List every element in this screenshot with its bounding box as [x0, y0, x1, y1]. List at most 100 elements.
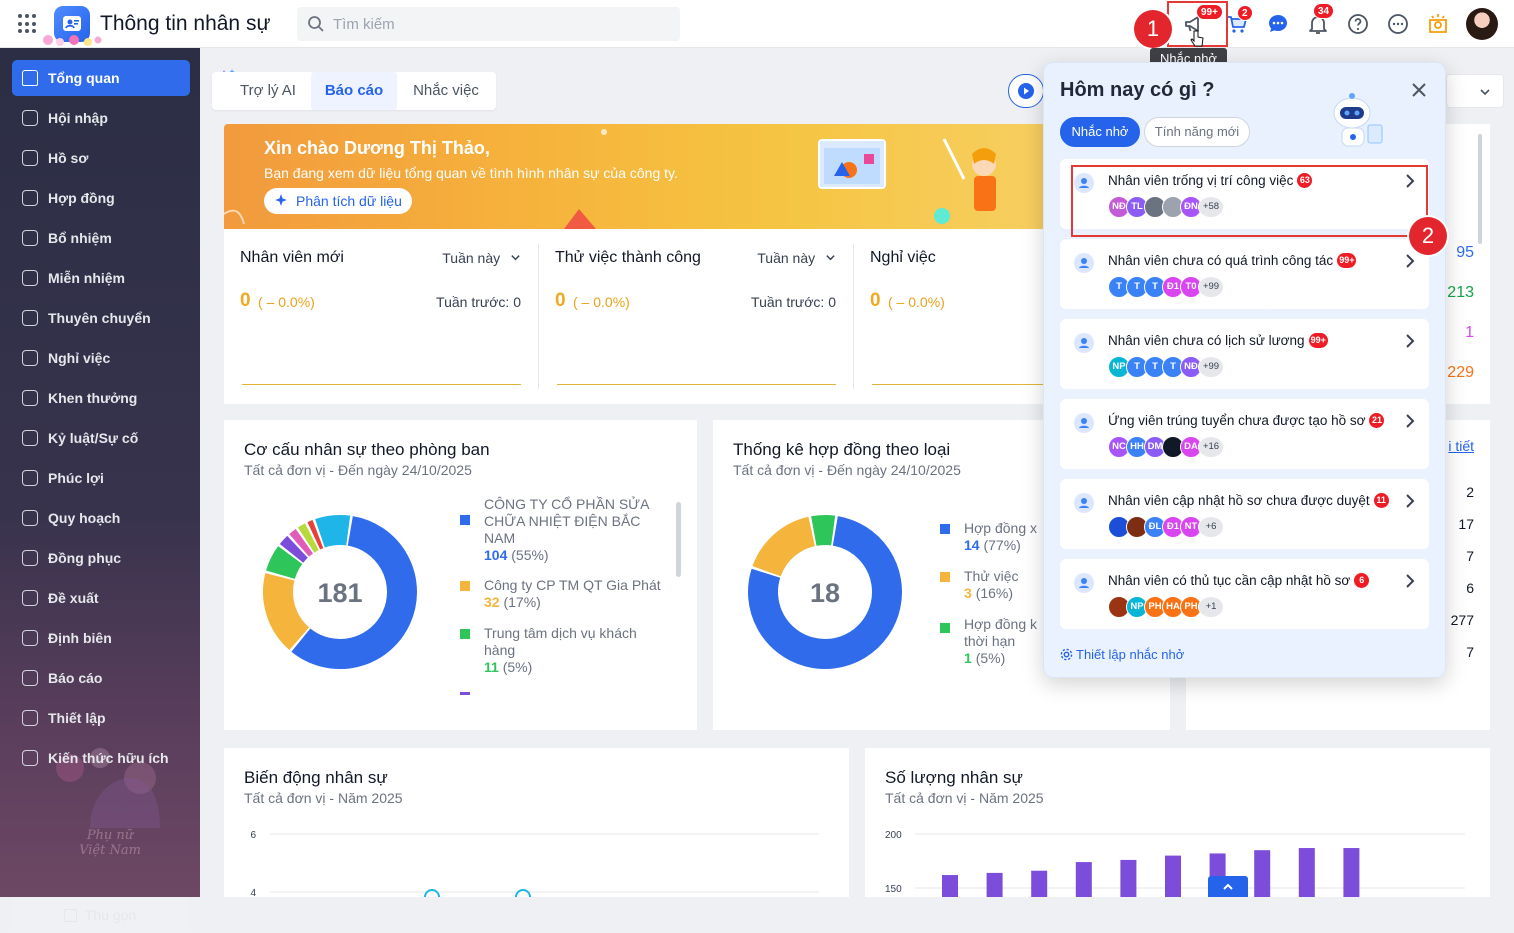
- avatar-more-count: +1: [1198, 596, 1224, 618]
- reminder-item[interactable]: Nhân viên cập nhật hồ sơ chưa được duyệt…: [1060, 479, 1429, 549]
- sidebar-item-6[interactable]: Thuyên chuyển: [12, 300, 190, 336]
- app-grid-icon[interactable]: [18, 14, 38, 34]
- close-icon[interactable]: [1410, 81, 1428, 99]
- user-avatar[interactable]: [1466, 8, 1498, 40]
- analyze-data-button[interactable]: Phân tích dữ liệu: [264, 188, 412, 214]
- tab-ai-assistant[interactable]: Trợ lý AI: [226, 72, 310, 110]
- search-input[interactable]: Tìm kiếm: [297, 7, 680, 41]
- sidebar-item-4[interactable]: Bổ nhiệm: [12, 220, 190, 256]
- reminder-settings-link[interactable]: Thiết lập nhắc nhở: [1060, 647, 1184, 662]
- transfer-icon: [22, 310, 38, 326]
- sidebar-item-label: Khen thưởng: [48, 390, 138, 406]
- scrollbar[interactable]: [1478, 134, 1482, 244]
- chevron-down-icon: [511, 255, 520, 261]
- sidebar-item-15[interactable]: Báo cáo: [12, 660, 190, 696]
- legend-value: 11: [484, 659, 499, 675]
- bar[interactable]: [942, 875, 958, 897]
- chevron-right-icon[interactable]: [1403, 493, 1417, 509]
- tab-report[interactable]: Báo cáo: [311, 72, 397, 110]
- donut-slice[interactable]: [297, 523, 319, 553]
- card-subtitle: Tất cả đơn vị - Năm 2025: [244, 790, 403, 806]
- reminder-item[interactable]: Nhân viên có thủ tục cần cập nhật hồ sơ 6…: [1060, 559, 1429, 629]
- more-icon[interactable]: [1386, 12, 1410, 36]
- sidebar-item-9[interactable]: Kỷ luật/Sự cố: [12, 420, 190, 456]
- sidebar-item-3[interactable]: Hợp đồng: [12, 180, 190, 216]
- bar[interactable]: [986, 872, 1003, 897]
- legend-item: Thử việc 3 (16%): [940, 568, 1054, 602]
- legend-value: 104: [484, 547, 508, 563]
- donut-slice[interactable]: [289, 529, 314, 557]
- table-cell: 6: [1466, 580, 1474, 596]
- donut-slice[interactable]: [752, 516, 816, 577]
- sidebar-item-label: Hồ sơ: [48, 150, 89, 166]
- chevron-right-icon[interactable]: [1403, 413, 1417, 429]
- sidebar-item-7[interactable]: Nghỉ việc: [12, 340, 190, 376]
- donut-slice[interactable]: [307, 520, 324, 550]
- donut-slice[interactable]: [811, 515, 836, 546]
- period-dropdown[interactable]: Tuần này: [442, 250, 521, 266]
- sidebar-item-8[interactable]: Khen thưởng: [12, 380, 190, 416]
- sidebar-item-label: Đề xuất: [48, 590, 99, 606]
- department-structure-card: Cơ cấu nhân sự theo phòng ban Tất cả đơn…: [224, 420, 697, 730]
- view-details-link[interactable]: i tiết: [1448, 438, 1474, 454]
- donut-slice[interactable]: [266, 546, 303, 580]
- bar[interactable]: [1075, 862, 1092, 897]
- chevron-right-icon[interactable]: [1403, 573, 1417, 589]
- tab-new-features-pill[interactable]: Tính năng mới: [1144, 117, 1250, 147]
- donut-slice[interactable]: [279, 535, 308, 563]
- legend-item: Hợp đồng k thời hạn 1 (5%): [940, 616, 1048, 667]
- sidebar-item-2[interactable]: Hồ sơ: [12, 140, 190, 176]
- filter-dropdown[interactable]: [1446, 74, 1504, 108]
- sidebar-item-16[interactable]: Thiết lập: [12, 700, 190, 736]
- bar[interactable]: [1254, 850, 1271, 897]
- tab-reminders-pill[interactable]: Nhắc nhở: [1060, 117, 1140, 147]
- sidebar-item-11[interactable]: Quy hoạch: [12, 500, 190, 536]
- briefcase-icon: [1074, 253, 1094, 273]
- sidebar-item-label: Tổng quan: [48, 70, 120, 86]
- donut-slice[interactable]: [315, 515, 351, 548]
- chat-icon[interactable]: [1266, 12, 1290, 36]
- sidebar-item-0[interactable]: Tổng quan: [12, 60, 190, 96]
- sidebar-item-label: Thuyên chuyển: [48, 310, 151, 326]
- period-label: Tuần này: [442, 250, 501, 266]
- stat-change: ( – 0.0%): [258, 294, 315, 310]
- sparkle-icon: [275, 194, 287, 206]
- reminder-item[interactable]: Nhân viên chưa có lịch sử lương 99+ NP T T T N…: [1060, 319, 1429, 389]
- play-button[interactable]: [1008, 74, 1044, 108]
- bar[interactable]: [1120, 859, 1137, 897]
- scroll-top-button[interactable]: [1208, 876, 1248, 897]
- sidebar-item-10[interactable]: Phúc lợi: [12, 460, 190, 496]
- collapse-button[interactable]: Thu gọn: [12, 897, 188, 933]
- chevron-right-icon[interactable]: [1403, 333, 1417, 349]
- legend-scrollbar[interactable]: [676, 502, 681, 577]
- reminder-title: Nhân viên cập nhật hồ sơ chưa được duyệt: [1108, 493, 1370, 508]
- reminder-item[interactable]: Ứng viên trúng tuyển chưa được tạo hồ sơ…: [1060, 399, 1429, 469]
- stat-change: ( – 0.0%): [573, 294, 630, 310]
- sidebar-item-5[interactable]: Miễn nhiệm: [12, 260, 190, 296]
- sidebar-item-1[interactable]: Hội nhập: [12, 100, 190, 136]
- sidebar-item-12[interactable]: Đồng phục: [12, 540, 190, 576]
- bar[interactable]: [1343, 848, 1360, 897]
- period-dropdown[interactable]: Tuần này: [757, 250, 836, 266]
- legend-item: Trung tâm dịch vụ khách hàng 11 (5%): [460, 625, 664, 676]
- reminder-item[interactable]: Nhân viên chưa có quá trình công tác 99+ T…: [1060, 239, 1429, 309]
- bar[interactable]: [1298, 848, 1315, 897]
- data-point[interactable]: [515, 889, 531, 897]
- tab-reminders[interactable]: Nhắc việc: [400, 72, 492, 110]
- bar[interactable]: [1031, 870, 1048, 897]
- sidebar-item-17[interactable]: Kiến thức hữu ích: [12, 740, 190, 776]
- sidebar-item-14[interactable]: Định biên: [12, 620, 190, 656]
- help-icon[interactable]: [1346, 12, 1370, 36]
- summary-number: 1: [1465, 324, 1474, 341]
- stat-value: 0: [555, 290, 566, 311]
- chevron-right-icon[interactable]: [1403, 253, 1417, 269]
- sidebar-item-13[interactable]: Đề xuất: [12, 580, 190, 616]
- collapse-label: Thu gọn: [84, 907, 137, 923]
- legend-name: Công ty CP TM QT Gia Phát: [484, 577, 661, 593]
- tips-icon[interactable]: [1426, 12, 1450, 36]
- bar[interactable]: [1165, 855, 1181, 897]
- stat-value: 0: [870, 290, 881, 311]
- data-point[interactable]: [424, 889, 440, 897]
- avatar-more-count: +99: [1198, 356, 1224, 378]
- avatar-more-count: +16: [1198, 436, 1224, 458]
